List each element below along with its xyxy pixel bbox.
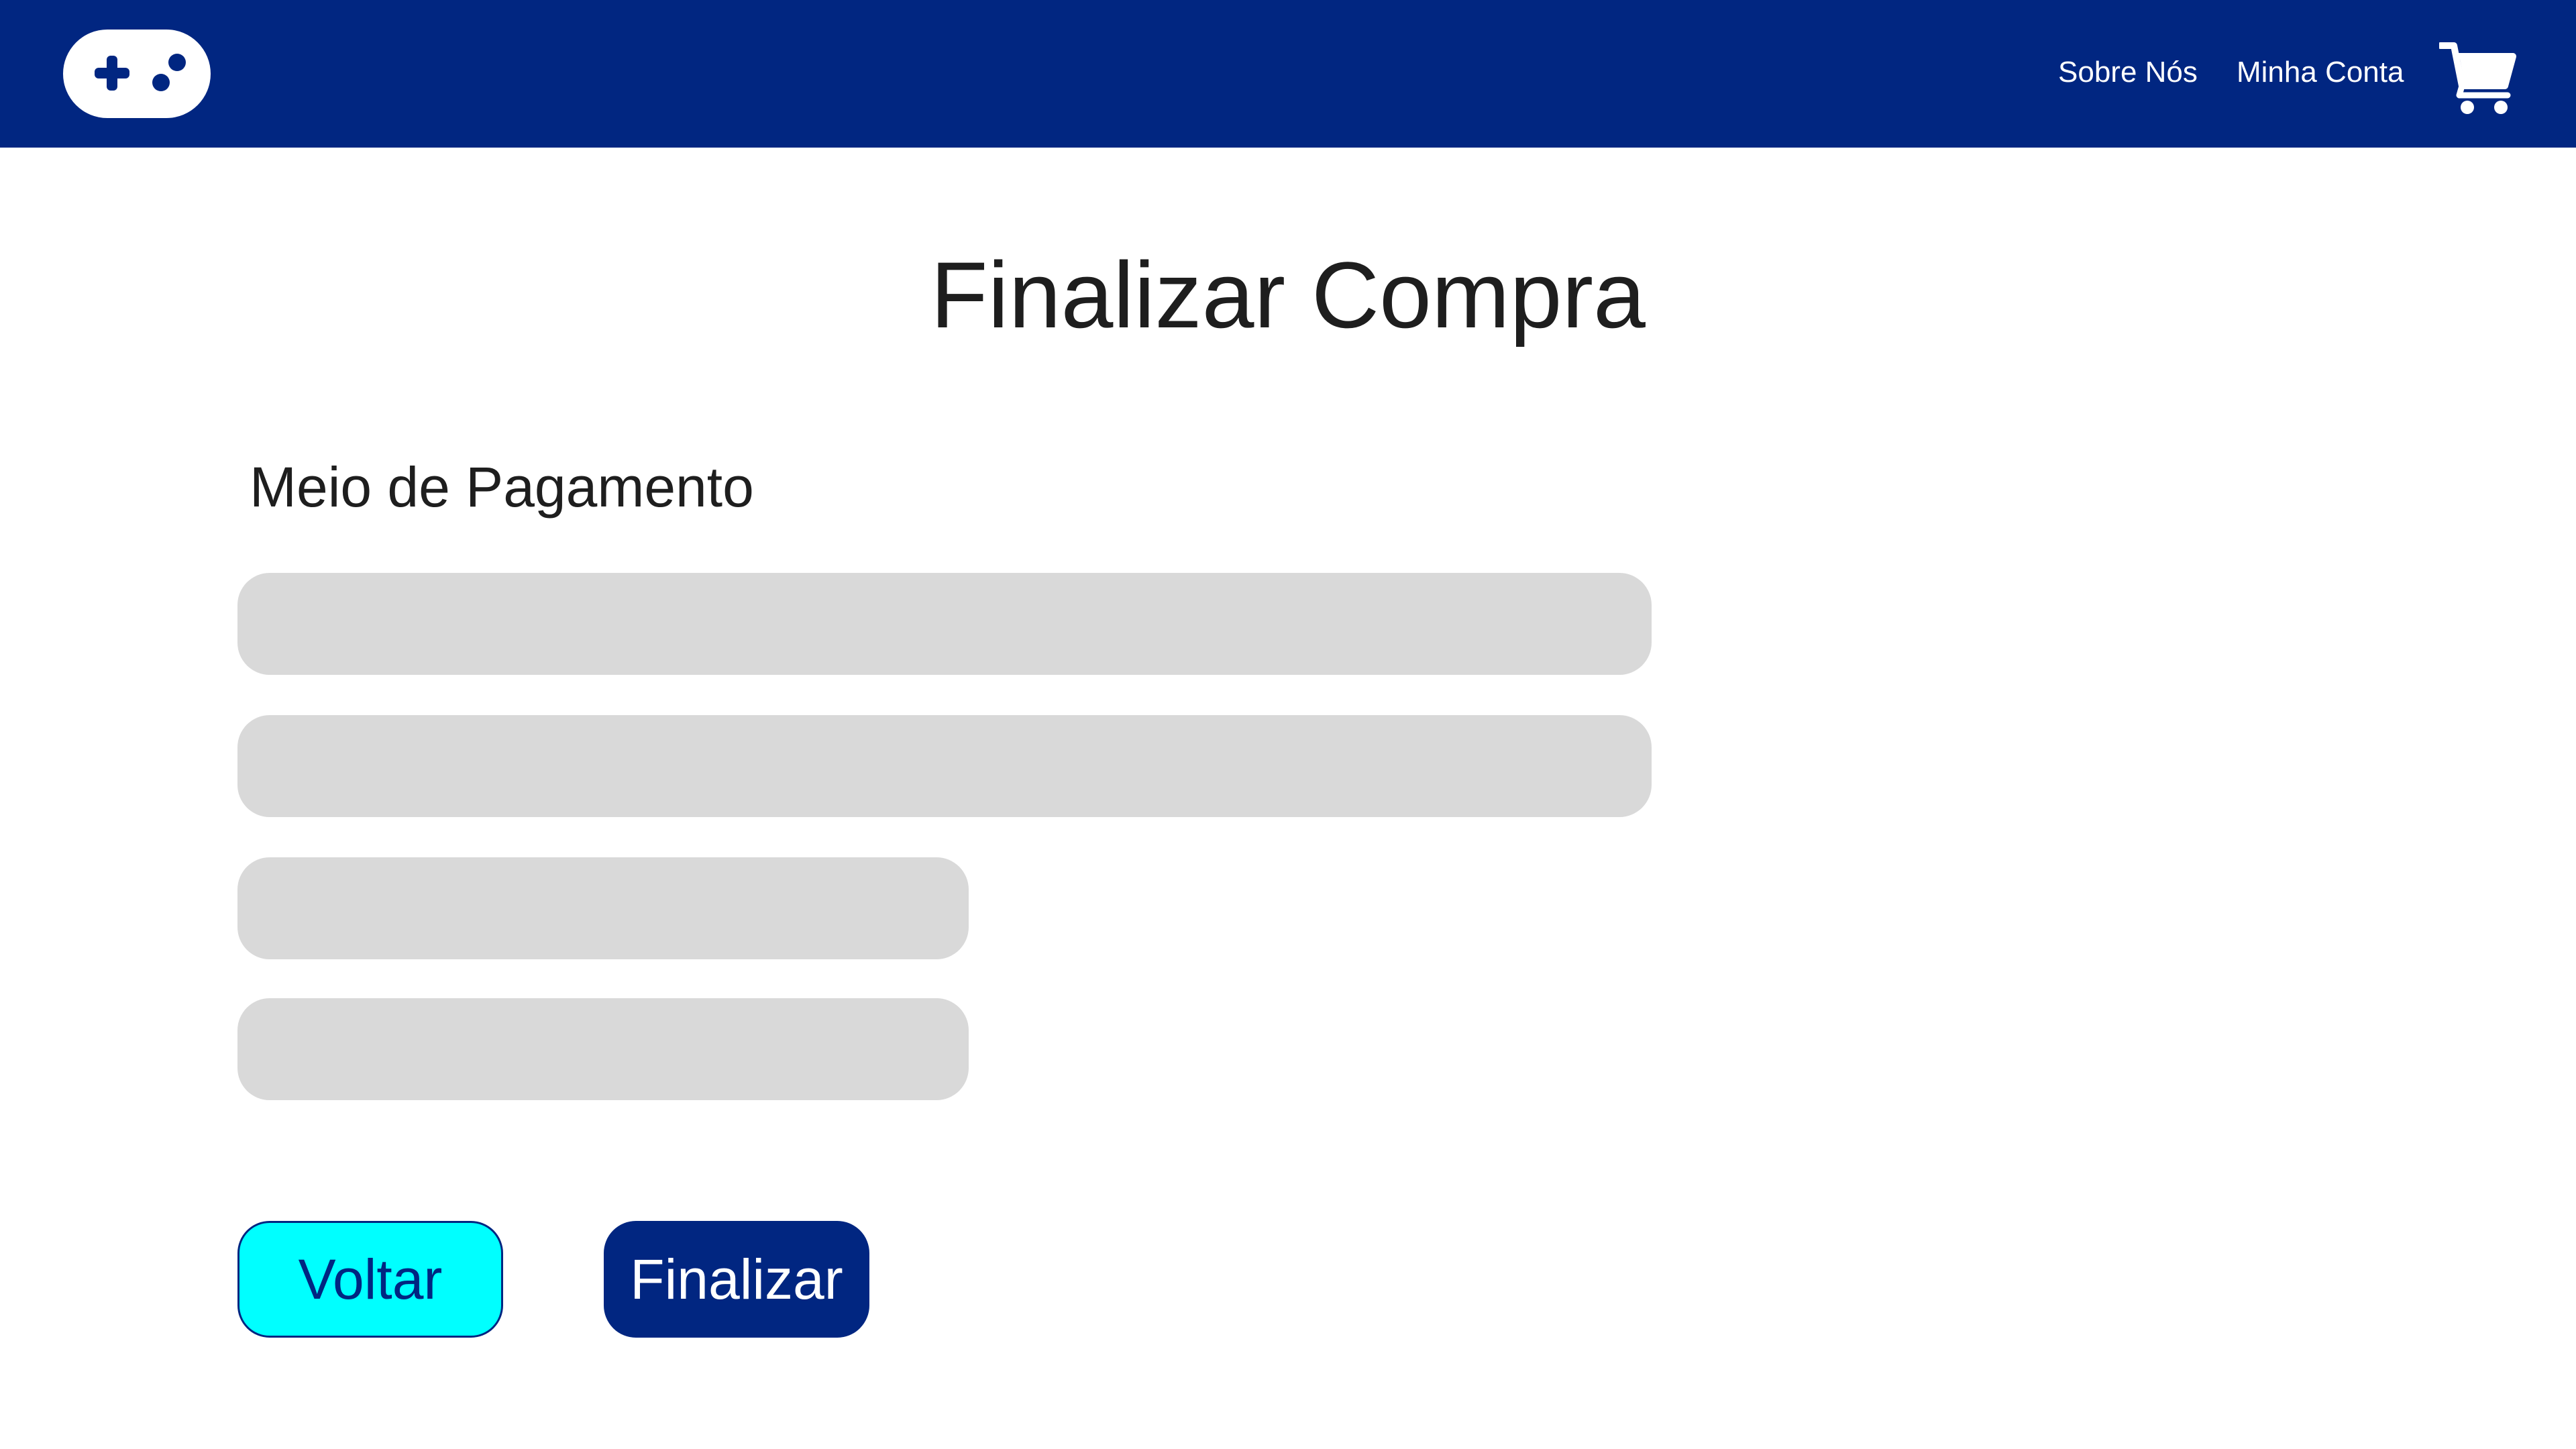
gamepad-icon[interactable] xyxy=(63,30,211,118)
payment-field-4[interactable] xyxy=(237,998,969,1100)
top-navbar: Sobre Nós Minha Conta xyxy=(0,0,2576,148)
page-title: Finalizar Compra xyxy=(930,242,1646,347)
nav-link-about[interactable]: Sobre Nós xyxy=(2058,54,2198,91)
payment-field-3[interactable] xyxy=(237,857,969,959)
nav-link-account[interactable]: Minha Conta xyxy=(2237,54,2404,91)
payment-field-1[interactable] xyxy=(237,573,1652,675)
payment-method-label: Meio de Pagamento xyxy=(250,455,754,519)
back-button[interactable]: Voltar xyxy=(237,1221,503,1338)
shopping-cart-icon[interactable] xyxy=(2437,40,2517,115)
payment-field-2[interactable] xyxy=(237,715,1652,817)
finish-button[interactable]: Finalizar xyxy=(604,1221,869,1338)
